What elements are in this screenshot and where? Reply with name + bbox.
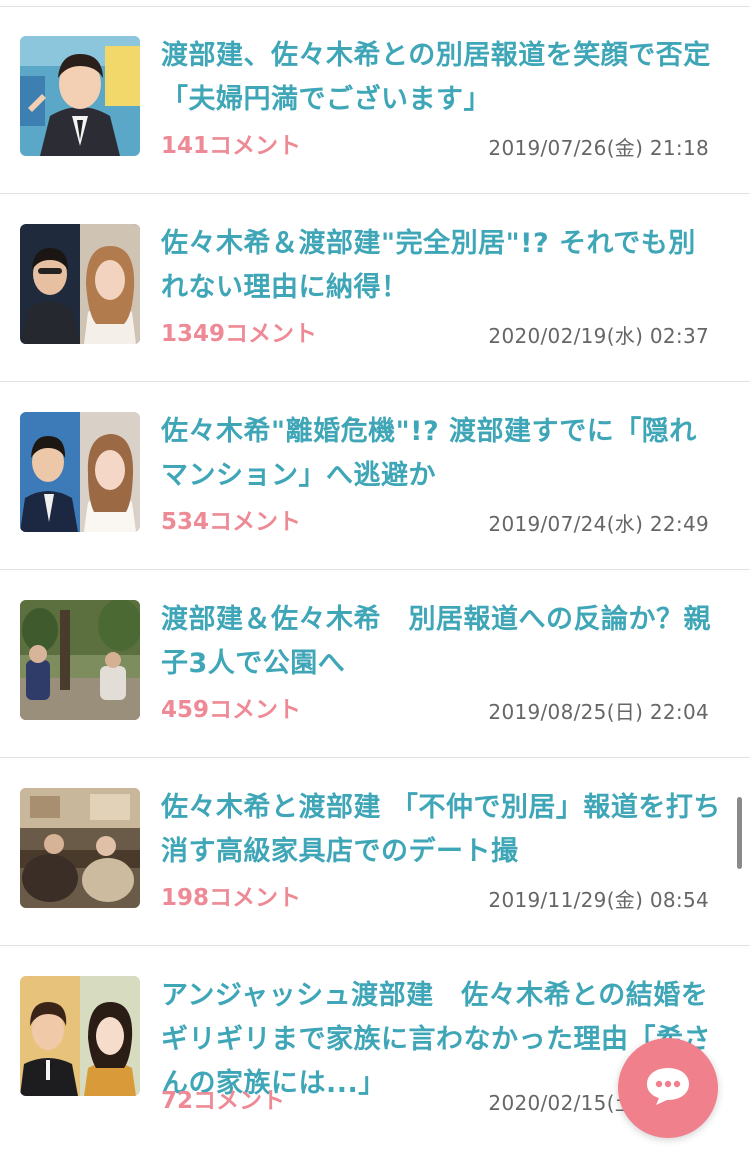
article-thumbnail[interactable] bbox=[20, 976, 140, 1096]
article-title[interactable]: 佐々木希"離婚危機"!? 渡部建すでに「隠れマンション」へ逃避か bbox=[161, 410, 721, 498]
article-thumbnail[interactable] bbox=[20, 412, 140, 532]
comment-count[interactable]: 534コメント bbox=[161, 507, 301, 537]
article-date: 2019/11/29(金) 08:54 bbox=[488, 888, 709, 912]
article-item[interactable]: 佐々木希＆渡部建"完全別居"!? それでも別れない理由に納得！ 1349コメント… bbox=[0, 194, 750, 382]
article-thumbnail[interactable] bbox=[20, 600, 140, 720]
comment-count[interactable]: 1349コメント bbox=[161, 319, 317, 349]
article-date: 2019/08/25(日) 22:04 bbox=[488, 700, 709, 724]
article-title[interactable]: 渡部建、佐々木希との別居報道を笑顔で否定「夫婦円満でございます」 bbox=[161, 34, 721, 122]
comment-count[interactable]: 141コメント bbox=[161, 131, 301, 161]
scrollbar-thumb[interactable] bbox=[737, 797, 742, 869]
comment-count[interactable]: 198コメント bbox=[161, 883, 301, 913]
article-date: 2019/07/26(金) 21:18 bbox=[488, 136, 709, 160]
article-item[interactable]: 佐々木希"離婚危機"!? 渡部建すでに「隠れマンション」へ逃避か 534コメント… bbox=[0, 382, 750, 570]
article-list-page: 渡部建、佐々木希との別居報道を笑顔で否定「夫婦円満でございます」 141コメント… bbox=[0, 0, 750, 1168]
article-date: 2019/07/24(水) 22:49 bbox=[488, 512, 709, 536]
article-item[interactable]: 渡部建、佐々木希との別居報道を笑顔で否定「夫婦円満でございます」 141コメント… bbox=[0, 6, 750, 194]
article-thumbnail[interactable] bbox=[20, 788, 140, 908]
comment-count[interactable]: 459コメント bbox=[161, 695, 301, 725]
article-thumbnail[interactable] bbox=[20, 36, 140, 156]
chat-button[interactable] bbox=[618, 1038, 718, 1138]
article-item[interactable]: 佐々木希と渡部建 「不仲で別居」報道を打ち消す高級家具店でのデート撮 198コメ… bbox=[0, 758, 750, 946]
article-item[interactable]: 渡部建＆佐々木希 別居報道への反論か？親子3人で公園へ 459コメント 2019… bbox=[0, 570, 750, 758]
comment-count[interactable]: 72コメント bbox=[161, 1086, 285, 1116]
article-title[interactable]: 渡部建＆佐々木希 別居報道への反論か？親子3人で公園へ bbox=[161, 598, 721, 686]
article-thumbnail[interactable] bbox=[20, 224, 140, 344]
chat-bubble-icon bbox=[644, 1065, 692, 1111]
article-title[interactable]: 佐々木希＆渡部建"完全別居"!? それでも別れない理由に納得！ bbox=[161, 222, 721, 310]
article-title[interactable]: 佐々木希と渡部建 「不仲で別居」報道を打ち消す高級家具店でのデート撮 bbox=[161, 786, 721, 874]
article-date: 2020/02/19(水) 02:37 bbox=[488, 324, 709, 348]
